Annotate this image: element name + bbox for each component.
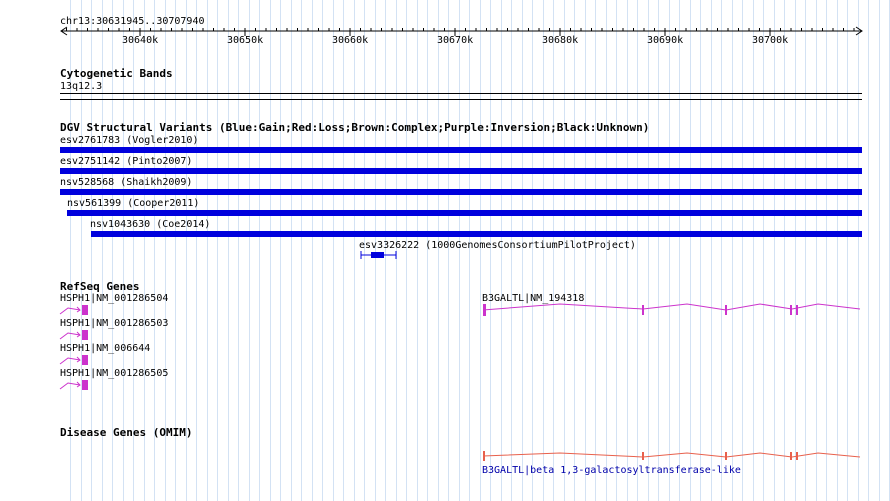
grid-line bbox=[816, 0, 817, 501]
track-title-omim: Disease Genes (OMIM) bbox=[60, 426, 193, 439]
variant-label[interactable]: nsv1043630 (Coe2014) bbox=[90, 219, 210, 230]
grid-line bbox=[669, 0, 670, 501]
gene-glyph[interactable] bbox=[58, 353, 92, 367]
grid-line bbox=[249, 0, 250, 501]
variant-label[interactable]: nsv528568 (Shaikh2009) bbox=[60, 177, 192, 188]
track-title-dgv: DGV Structural Variants (Blue:Gain;Red:L… bbox=[60, 121, 650, 134]
grid-line bbox=[837, 0, 838, 501]
grid-line bbox=[879, 0, 880, 501]
grid-line bbox=[700, 0, 701, 501]
grid-line bbox=[711, 0, 712, 501]
grid-line bbox=[280, 0, 281, 501]
cytoband-line-top bbox=[60, 93, 862, 94]
variant-label[interactable]: esv2761783 (Vogler2010) bbox=[60, 135, 198, 146]
cytoband-label: 13q12.3 bbox=[60, 81, 103, 92]
ruler-tick-label: 30640k bbox=[122, 35, 159, 46]
grid-line bbox=[648, 0, 649, 501]
grid-line bbox=[774, 0, 775, 501]
genome-browser-panel: chr13:30631945..30707940 30640k 30650k 306… bbox=[0, 0, 890, 501]
grid-line bbox=[196, 0, 197, 501]
ruler-tick-label: 30700k bbox=[752, 35, 789, 46]
grid-line bbox=[753, 0, 754, 501]
grid-line bbox=[312, 0, 313, 501]
grid-line bbox=[658, 0, 659, 501]
grid-line bbox=[270, 0, 271, 501]
grid-line bbox=[679, 0, 680, 501]
gene-glyph[interactable] bbox=[480, 300, 864, 320]
variant-label[interactable]: nsv561399 (Cooper2011) bbox=[67, 198, 199, 209]
grid-line bbox=[826, 0, 827, 501]
grid-line bbox=[721, 0, 722, 501]
ruler-tick-label: 30680k bbox=[542, 35, 579, 46]
grid-line bbox=[690, 0, 691, 501]
ruler-tick-label: 30660k bbox=[332, 35, 369, 46]
ruler-tick-label: 30670k bbox=[437, 35, 474, 46]
grid-line bbox=[637, 0, 638, 501]
gene-glyph[interactable] bbox=[58, 378, 92, 392]
variant-bar[interactable] bbox=[91, 231, 862, 237]
grid-line bbox=[858, 0, 859, 501]
grid-line bbox=[322, 0, 323, 501]
variant-bar[interactable] bbox=[67, 210, 862, 216]
grid-line bbox=[795, 0, 796, 501]
grid-line bbox=[868, 0, 869, 501]
track-title-refseq: RefSeq Genes bbox=[60, 280, 140, 293]
grid-line bbox=[742, 0, 743, 501]
grid-line bbox=[333, 0, 334, 501]
grid-line bbox=[805, 0, 806, 501]
ruler-tick-label: 30650k bbox=[227, 35, 264, 46]
variant-bar[interactable] bbox=[60, 189, 862, 195]
grid-line bbox=[259, 0, 260, 501]
ruler-tick-label: 30690k bbox=[647, 35, 684, 46]
grid-line bbox=[217, 0, 218, 501]
grid-line bbox=[784, 0, 785, 501]
variant-glyph[interactable] bbox=[355, 249, 405, 261]
grid-line bbox=[228, 0, 229, 501]
grid-line bbox=[238, 0, 239, 501]
variant-bar[interactable] bbox=[60, 147, 862, 153]
grid-line bbox=[763, 0, 764, 501]
track-title-cytoband: Cytogenetic Bands bbox=[60, 67, 173, 80]
grid-line bbox=[291, 0, 292, 501]
grid-line bbox=[301, 0, 302, 501]
variant-label[interactable]: esv2751142 (Pinto2007) bbox=[60, 156, 192, 167]
grid-line bbox=[732, 0, 733, 501]
variant-bar[interactable] bbox=[60, 168, 862, 174]
omim-gene-label[interactable]: B3GALTL|beta 1,3-galactosyltransferase-l… bbox=[482, 465, 741, 476]
omim-gene-glyph[interactable] bbox=[480, 448, 864, 464]
grid-line bbox=[207, 0, 208, 501]
grid-line bbox=[343, 0, 344, 501]
gene-glyph[interactable] bbox=[58, 303, 92, 317]
cytoband-line-bottom bbox=[60, 99, 862, 100]
grid-line bbox=[847, 0, 848, 501]
gene-glyph[interactable] bbox=[58, 328, 92, 342]
